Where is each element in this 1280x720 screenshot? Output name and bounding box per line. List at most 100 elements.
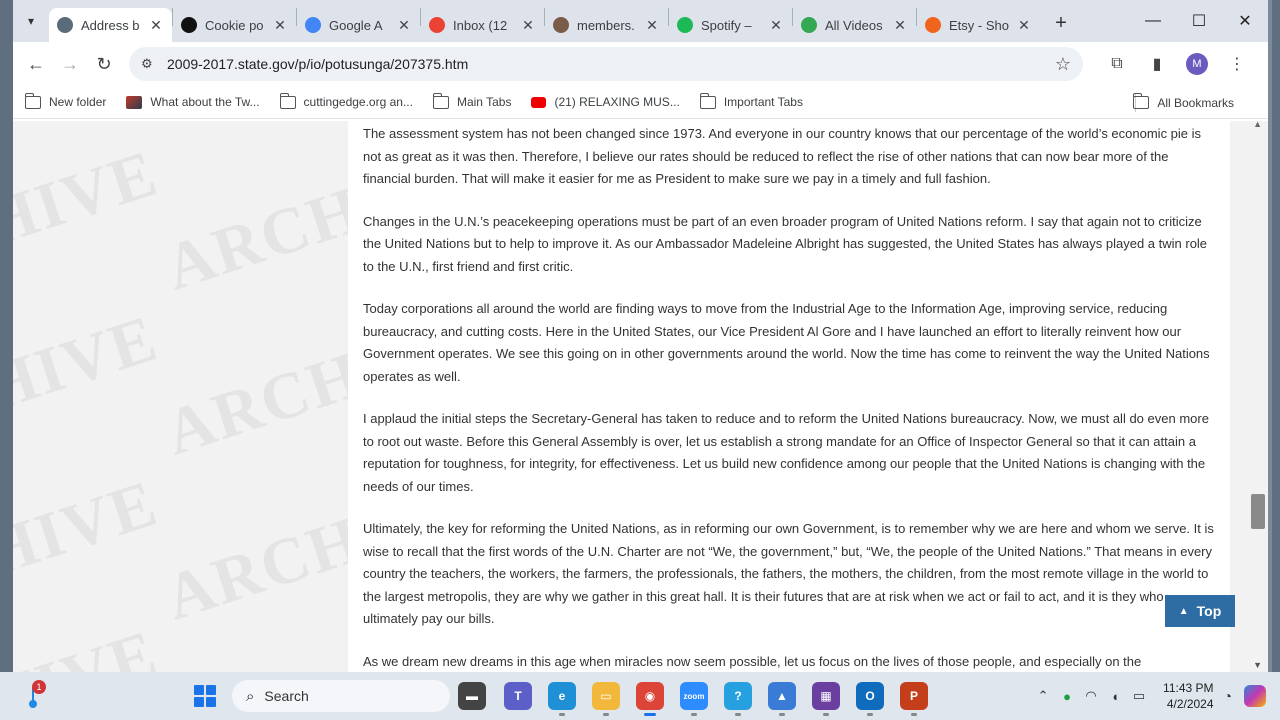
maximize-button[interactable]: ☐ [1176,0,1222,42]
side-panel-button[interactable]: ▮ [1137,47,1177,81]
reload-icon: ↻ [96,53,112,74]
tab-label: Spotify – [701,17,752,33]
powerpoint-icon[interactable]: P [900,682,928,716]
tab-label: members. [577,17,635,33]
side-panel-icon: ▮ [1152,56,1162,73]
copilot-icon[interactable] [1244,685,1266,707]
bookmark-label: New folder [49,95,107,109]
tab-close-icon[interactable]: ✕ [644,17,660,34]
browser-tab[interactable]: All Videos ✕ [793,8,916,42]
puzzle-icon: ⧉ [1111,55,1123,72]
minimize-button[interactable]: — [1130,0,1176,42]
zoom-icon[interactable]: zoom [680,682,708,716]
browser-tab[interactable]: Spotify – ✕ [669,8,792,42]
address-bar[interactable]: ⚙ 2009-2017.state.gov/p/io/potusunga/207… [129,47,1083,81]
microphone-icon[interactable]: ● [1055,689,1079,704]
help-icon[interactable]: ? [724,682,752,716]
back-to-top-label: Top [1196,603,1222,619]
browser-tab[interactable]: Etsy - Sho ✕ [917,8,1040,42]
tab-close-icon[interactable]: ✕ [396,17,412,34]
members-icon [553,17,569,33]
back-button[interactable]: ← [19,47,53,81]
windows-logo-tile [194,697,204,707]
bookmark-item[interactable]: cuttingedge.org an... [279,92,413,109]
maximize-icon: ☐ [1191,13,1207,30]
all-bookmarks-button[interactable]: All Bookmarks [1133,86,1234,119]
tab-close-icon[interactable]: ✕ [148,17,164,34]
browser-window: ▾ Address b ✕ Cookie po ✕ Google A ✕ Inbox (12… [13,0,1268,672]
site-info-icon[interactable]: ⚙ [141,56,161,72]
clipchamp-icon[interactable]: ▦ [812,682,840,716]
scroll-down-arrow-icon[interactable]: ▼ [1253,660,1262,670]
battery-icon[interactable]: ▭ [1127,688,1151,704]
url-text[interactable]: 2009-2017.state.gov/p/io/potusunga/20737… [167,56,1055,72]
bookmark-item[interactable]: New folder [25,92,107,109]
teams-icon[interactable]: T [504,682,532,710]
page-content: HIVE ARCH HIVE ARCH HIVE ARCH HIVE The a… [13,121,1268,672]
bookmark-label: Important Tabs [723,95,803,109]
photos-icon[interactable]: ▲ [768,682,796,716]
bookmark-label: cuttingedge.org an... [303,95,413,109]
arrow-right-icon: → [61,53,79,74]
tab-close-icon[interactable]: ✕ [1016,17,1032,34]
menu-button[interactable]: ⋮ [1217,47,1257,81]
scrollbar-thumb[interactable] [1251,494,1265,529]
browser-tab[interactable]: Cookie po ✕ [173,8,296,42]
new-tab-button[interactable]: + [1046,12,1076,35]
bookmark-item[interactable]: Main Tabs [432,92,511,109]
tab-close-icon[interactable]: ✕ [520,17,536,34]
youtube-icon [531,96,547,108]
paragraph: Today corporations all around the world … [363,301,1210,384]
tab-close-icon[interactable]: ✕ [272,17,288,34]
close-window-button[interactable]: ✕ [1222,0,1268,42]
taskbar-search[interactable]: ⌕ Search [232,680,450,712]
tab-label: Address b [81,17,140,33]
bookmark-item[interactable]: (21) RELAXING MUS... [531,95,680,109]
tab-close-icon[interactable]: ✕ [768,17,784,34]
folder-app-icon[interactable]: ▭ [592,682,620,716]
bookmark-star-icon[interactable]: ☆ [1055,54,1071,75]
folder-icon [25,92,41,109]
tab-search-button[interactable]: ▾ [13,0,49,42]
browser-tab[interactable]: Inbox (12 ✕ [421,8,544,42]
folder-icon [1133,93,1150,109]
clock[interactable]: 11:43 PM 4/2/2024 [1163,680,1213,712]
vertical-scrollbar[interactable]: ▲ ▼ [1244,121,1268,672]
tabs-container: Address b ✕ Cookie po ✕ Google A ✕ Inbox (12 ✕ m… [49,0,1040,42]
edge-icon[interactable]: e [548,682,576,716]
tab-close-icon[interactable]: ✕ [892,17,908,34]
window-controls: — ☐ ✕ [1130,0,1268,42]
paragraph: The assessment system has not been chang… [363,126,1202,186]
forward-button[interactable]: → [53,47,87,81]
chrome-icon[interactable]: ◉ [636,682,664,716]
arrow-left-icon: ← [27,53,45,74]
profile-avatar[interactable]: M [1186,53,1208,75]
archive-watermark: HIVE [13,301,167,426]
clock-date: 4/2/2024 [1166,697,1214,711]
plus-icon: + [1055,11,1067,34]
bookmark-label: What about the Tw... [150,95,260,109]
speech-article: The assessment system has not been chang… [348,121,1230,672]
browser-tab[interactable]: Address b ✕ [49,8,172,42]
bookmarks-bar: New folder What about the Tw... cuttingedg… [13,86,1268,119]
tab-label: All Videos [825,17,883,33]
browser-tab[interactable]: Google A ✕ [297,8,420,42]
bookmark-item[interactable]: Important Tabs [699,92,803,109]
file-explorer-icon[interactable]: ▬ [458,682,486,710]
extensions-button[interactable]: ⧉ [1097,47,1137,81]
scroll-up-arrow-icon[interactable]: ▲ [1253,121,1262,129]
browser-tab[interactable]: members. ✕ [545,8,668,42]
start-button[interactable] [194,685,216,707]
chevron-up-icon[interactable]: ⌃ [1031,688,1055,704]
back-to-top-button[interactable]: ▲ Top [1165,595,1235,627]
play-icon [801,17,817,33]
outlook-icon[interactable]: O [856,682,884,716]
reload-button[interactable]: ↻ [87,47,121,81]
search-icon: ⌕ [246,687,255,705]
wifi-icon[interactable]: ◠ [1079,688,1103,704]
volume-icon[interactable]: ◖ [1103,689,1127,704]
bell-icon[interactable]: ◔ [1224,688,1232,704]
bookmark-item[interactable]: What about the Tw... [126,95,260,109]
folder-icon [432,92,449,109]
tab-label: Cookie po [205,17,264,33]
